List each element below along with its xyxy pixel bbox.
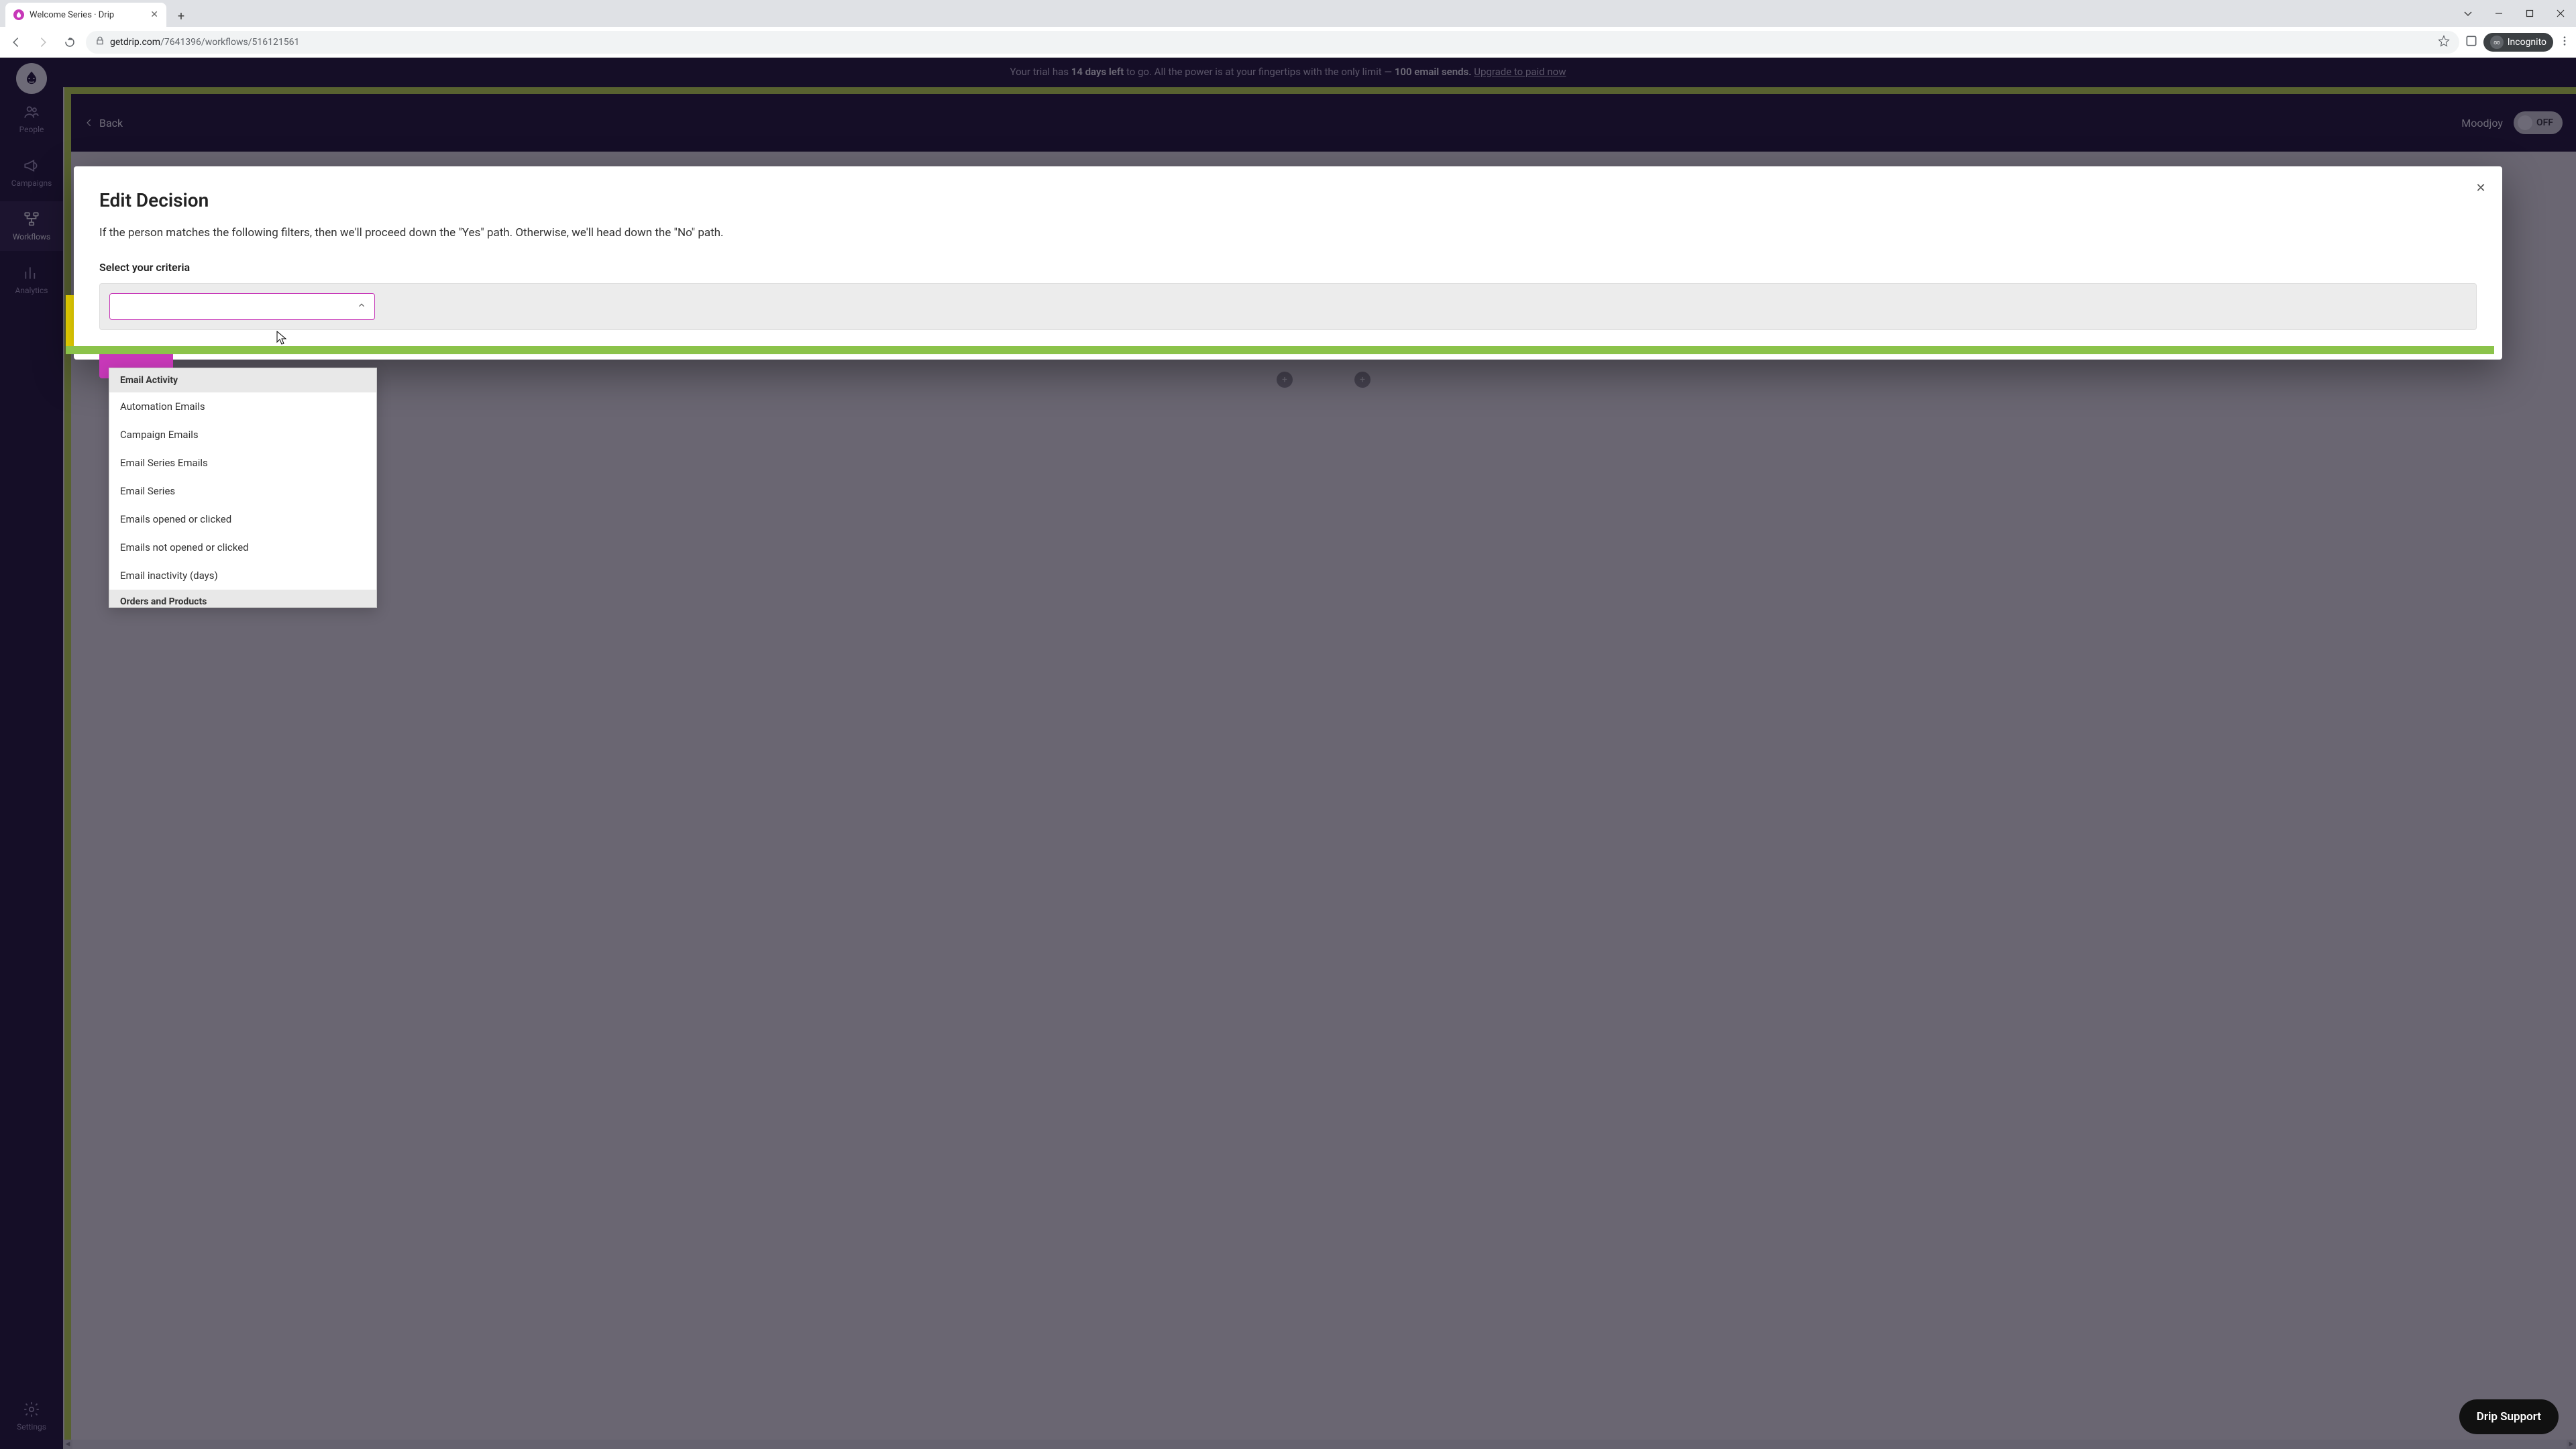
- nav-back-icon[interactable]: [5, 32, 27, 53]
- dropdown-option[interactable]: Emails opened or clicked: [109, 505, 376, 533]
- window-minimize-icon[interactable]: [2483, 0, 2514, 27]
- tab-close-icon[interactable]: ✕: [150, 9, 158, 20]
- edit-decision-modal: Edit Decision ✕ If the person matches th…: [74, 166, 2502, 360]
- accent-stripe-yellow: [66, 295, 74, 354]
- criteria-dropdown: Email Activity Automation Emails Campaig…: [109, 368, 377, 608]
- window-maximize-icon[interactable]: [2514, 0, 2545, 27]
- dropdown-group-header: Orders and Products: [109, 590, 376, 607]
- address-bar[interactable]: getdrip.com/7641396/workflows/516121561: [86, 31, 2459, 54]
- dropdown-option[interactable]: Email inactivity (days): [109, 561, 376, 590]
- dropdown-option[interactable]: Automation Emails: [109, 392, 376, 421]
- extensions-icon[interactable]: [2465, 34, 2478, 50]
- support-button[interactable]: Drip Support: [2459, 1399, 2559, 1434]
- browser-toolbar: getdrip.com/7641396/workflows/516121561 …: [0, 27, 2576, 58]
- modal-description: If the person matches the following filt…: [99, 225, 2477, 242]
- bookmark-star-icon[interactable]: [2438, 35, 2450, 50]
- nav-reload-icon[interactable]: [59, 32, 80, 53]
- incognito-label: Incognito: [2508, 37, 2546, 48]
- new-tab-button[interactable]: +: [170, 5, 192, 27]
- window-close-icon[interactable]: [2545, 0, 2576, 27]
- support-label: Drip Support: [2477, 1410, 2541, 1424]
- modal-title: Edit Decision: [99, 189, 2477, 211]
- tab-title: Welcome Series · Drip: [30, 10, 145, 20]
- drip-favicon: [13, 9, 24, 20]
- dropdown-scroll[interactable]: Email Activity Automation Emails Campaig…: [109, 368, 376, 607]
- dropdown-group-header: Email Activity: [109, 368, 376, 392]
- incognito-indicator[interactable]: Incognito: [2483, 33, 2553, 52]
- app-viewport: Your trial has 14 days left to go. All t…: [0, 58, 2576, 1449]
- window-controls: [2453, 0, 2576, 27]
- url-text: getdrip.com/7641396/workflows/516121561: [110, 37, 2432, 48]
- criteria-select[interactable]: [109, 293, 375, 320]
- dropdown-option[interactable]: Email Series Emails: [109, 449, 376, 477]
- dropdown-option[interactable]: Campaign Emails: [109, 421, 376, 449]
- accent-stripe-green: [66, 346, 2494, 354]
- modal-close-button[interactable]: ✕: [2471, 178, 2490, 197]
- lock-icon: [95, 36, 105, 48]
- incognito-icon: [2490, 36, 2504, 49]
- chevron-up-icon: [357, 300, 366, 313]
- tab-search-icon[interactable]: [2453, 0, 2483, 27]
- nav-forward-icon: [32, 32, 54, 53]
- criteria-label: Select your criteria: [99, 261, 2477, 274]
- browser-tab[interactable]: Welcome Series · Drip ✕: [5, 3, 166, 27]
- dropdown-option[interactable]: Email Series: [109, 477, 376, 505]
- browser-menu-icon[interactable]: [2559, 35, 2571, 50]
- browser-tab-strip: Welcome Series · Drip ✕ +: [0, 0, 2576, 27]
- dropdown-option[interactable]: Emails not opened or clicked: [109, 533, 376, 561]
- criteria-container: [99, 283, 2477, 330]
